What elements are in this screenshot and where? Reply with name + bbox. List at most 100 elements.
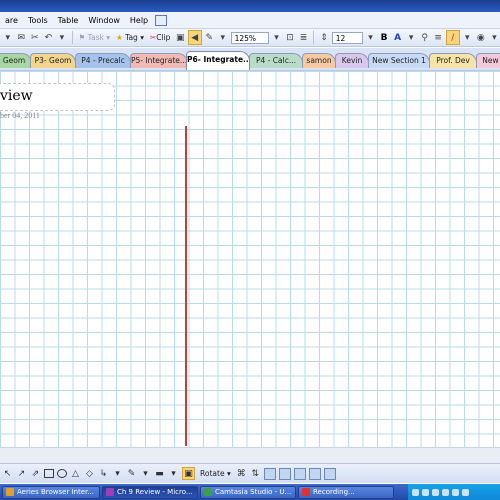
task-button[interactable]: ⚑ Task ▾ — [77, 33, 112, 42]
taskbar-item-recording[interactable]: Recording... — [298, 485, 394, 499]
pen-icon[interactable]: ✎ — [204, 31, 216, 44]
red-ink-line[interactable] — [185, 126, 187, 446]
section-tab-label: P3- Geom — [34, 56, 72, 65]
menu-share[interactable]: are — [0, 16, 23, 25]
tray-app-icon[interactable] — [452, 488, 459, 496]
group-icon[interactable] — [293, 467, 306, 480]
section-tab-p4-precalc[interactable]: P4 - Precalc — [75, 53, 131, 68]
list-icon[interactable]: ≣ — [298, 31, 310, 44]
section-tab-label: New S — [482, 56, 500, 65]
align-icon[interactable] — [263, 467, 276, 480]
line-weight-dropdown-icon[interactable]: ▾ — [168, 468, 179, 479]
help-search-icon[interactable] — [155, 14, 168, 26]
section-tab-label: P5- Integrate... — [131, 56, 188, 65]
section-tab-label: New Section 1 — [372, 56, 426, 65]
section-tab-label: P4 - Calc... — [256, 56, 296, 65]
triangle-tool-icon[interactable]: △ — [70, 468, 81, 479]
axis-tool-icon[interactable]: ↳ — [98, 468, 109, 479]
web-icon[interactable]: ◉ — [475, 31, 487, 44]
move-icon[interactable]: ✂ — [29, 31, 41, 44]
tag-button[interactable]: ★ Tag ▾ — [114, 33, 146, 42]
menu-tools[interactable]: Tools — [23, 16, 53, 25]
menu-table[interactable]: Table — [53, 16, 84, 25]
drawing-toolbar: ↖ ↗ ⇗ △ ◇ ↳ ▾ ✎ ▾ ▬ ▾ ▣ Rotate ▾ ⌘ ⇅ — [0, 463, 500, 483]
section-tab-label: P6- Integrate... — [187, 55, 250, 64]
double-arrow-tool-icon[interactable]: ⇗ — [30, 468, 41, 479]
system-tray — [408, 484, 500, 500]
line-tool-icon[interactable]: ↖ — [2, 468, 13, 479]
tray-network-icon[interactable] — [422, 488, 429, 496]
section-tab-label: P4 - Precalc — [81, 56, 125, 65]
pen-dropdown-icon[interactable]: ▾ — [217, 31, 229, 44]
section-tab-prof-dev[interactable]: Prof. Dev — [429, 53, 477, 68]
zoom-dropdown-icon[interactable]: ▾ — [271, 31, 283, 44]
section-tab-new-section-1[interactable]: New Section 1 — [368, 53, 430, 68]
zoom-select[interactable]: 125% — [230, 31, 269, 44]
camtasia-app-icon — [204, 488, 212, 496]
font-size-spin-icon[interactable]: ⇕ — [318, 31, 330, 44]
format-painter-icon[interactable]: ⚲ — [419, 31, 431, 44]
delete-shape-icon[interactable] — [323, 467, 336, 480]
shape-dropdown-icon[interactable]: ▾ — [112, 468, 123, 479]
page-date: ber 04, 2011 — [0, 111, 40, 120]
ungroup-icon[interactable] — [308, 467, 321, 480]
taskbar-item-onenote[interactable]: Ch 9 Review - Micro... — [102, 485, 198, 499]
diamond-tool-icon[interactable]: ◇ — [84, 468, 95, 479]
section-tab-p4-calc[interactable]: P4 - Calc... — [249, 53, 303, 68]
taskbar-item-camtasia[interactable]: Camtasia Studio - U... — [200, 485, 296, 499]
attach-file-icon[interactable]: ✉ — [16, 31, 28, 44]
note-page-canvas[interactable]: view ber 04, 2011 — [0, 71, 500, 447]
tray-security-icon[interactable] — [442, 488, 449, 496]
rectangle-tool-icon[interactable] — [44, 469, 54, 478]
section-tab-geom[interactable]: Geom — [0, 53, 32, 68]
section-tab-p6-integrate[interactable]: P6- Integrate... — [186, 51, 250, 70]
section-tab-p3-geom[interactable]: P3- Geom — [30, 53, 76, 68]
horizontal-scrollbar[interactable] — [0, 447, 500, 464]
web-dropdown-icon[interactable]: ▾ — [489, 31, 500, 44]
font-color-icon[interactable]: A — [392, 31, 404, 44]
rotate-button[interactable]: Rotate ▾ — [198, 469, 233, 478]
menu-help[interactable]: Help — [125, 16, 153, 25]
arrow-tool-icon[interactable]: ↗ — [16, 468, 27, 479]
line-weight-icon[interactable]: ▬ — [154, 468, 165, 479]
audio-recording-icon[interactable]: ◀ — [187, 30, 202, 45]
selection-tool-icon[interactable]: ▣ — [182, 467, 195, 480]
highlighter-icon[interactable]: ∕ — [445, 30, 460, 45]
taskbar-item-browser[interactable]: Aeries Browser Inter... — [2, 485, 100, 499]
section-tab-label: Kevin — [341, 56, 363, 65]
pen-color-dropdown-icon[interactable]: ▾ — [140, 468, 151, 479]
full-page-view-icon[interactable]: ▣ — [174, 31, 186, 44]
styles-icon[interactable]: ≡ — [432, 31, 444, 44]
toolbar-divider — [71, 31, 73, 44]
font-size-select[interactable]: 12 — [331, 31, 363, 44]
page-width-icon[interactable]: ⊡ — [284, 31, 296, 44]
clip-button[interactable]: ✂Clip — [148, 33, 172, 42]
section-tab-new-s[interactable]: New S — [476, 53, 500, 68]
tray-volume-icon[interactable] — [432, 488, 439, 496]
section-tab-samon[interactable]: samon — [302, 53, 336, 68]
onenote-app-icon — [106, 488, 114, 496]
section-tab-p5-integrate[interactable]: P5- Integrate... — [130, 53, 188, 68]
taskbar-item-label: Recording... — [313, 487, 355, 496]
section-tab-label: samon — [306, 56, 332, 65]
taskbar-item-label: Ch 9 Review - Micro... — [117, 487, 193, 496]
section-tab-kevin[interactable]: Kevin — [335, 53, 369, 68]
font-color-dropdown-icon[interactable]: ▾ — [405, 31, 417, 44]
new-page-icon[interactable]: ▾ — [2, 31, 14, 44]
undo-icon[interactable]: ↶ — [43, 31, 55, 44]
tray-back-icon[interactable] — [412, 488, 419, 496]
menu-bar: are Tools Table Window Help — [0, 12, 500, 29]
arrange-icon[interactable]: ⇅ — [250, 468, 261, 479]
distribute-icon[interactable] — [278, 467, 291, 480]
pen-color-icon[interactable]: ✎ — [126, 468, 137, 479]
page-title[interactable]: view — [0, 88, 33, 104]
flip-icon[interactable]: ⌘ — [236, 468, 247, 479]
undo-dropdown-icon[interactable]: ▾ — [56, 31, 68, 44]
taskbar-item-label: Aeries Browser Inter... — [17, 487, 95, 496]
font-size-dropdown-icon[interactable]: ▾ — [365, 31, 377, 44]
highlighter-dropdown-icon[interactable]: ▾ — [462, 31, 474, 44]
tray-recorder-icon[interactable] — [462, 488, 469, 496]
menu-window[interactable]: Window — [83, 16, 125, 25]
bold-button[interactable]: B — [378, 31, 390, 44]
ellipse-tool-icon[interactable] — [57, 469, 67, 478]
